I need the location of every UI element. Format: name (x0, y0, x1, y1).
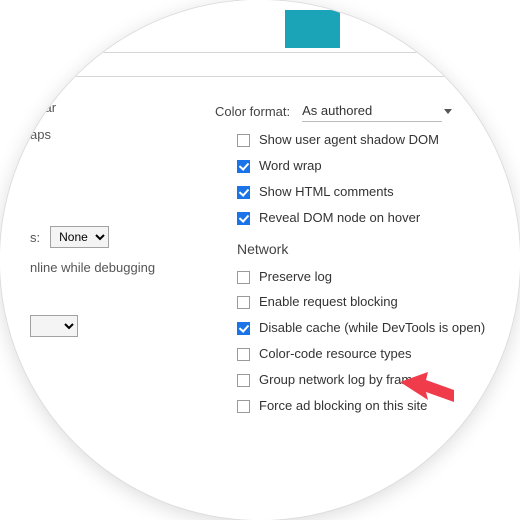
checkbox-label: Show user agent shadow DOM (259, 132, 439, 149)
checkbox-label: Force ad blocking on this site (259, 398, 427, 415)
top-preview-strip (0, 0, 520, 78)
checkbox-disable-cache[interactable] (237, 322, 250, 335)
checkbox-group-by-frame[interactable] (237, 374, 250, 387)
section-heading-network: Network (237, 241, 515, 257)
color-format-select[interactable]: As authored (302, 100, 442, 122)
checkbox-force-ad-blocking[interactable] (237, 400, 250, 413)
checkbox-label: Show HTML comments (259, 184, 394, 201)
select-label: s: (30, 230, 40, 245)
checkbox-label: Preserve log (259, 269, 332, 286)
checkbox-show-html-comments[interactable] (237, 186, 250, 199)
checkbox-enable-request-blocking[interactable] (237, 296, 250, 309)
checkbox-label: Reveal DOM node on hover (259, 210, 420, 227)
checkbox-color-code-resources[interactable] (237, 348, 250, 361)
checkbox-preserve-log[interactable] (237, 271, 250, 284)
checkbox-label: Word wrap (259, 158, 322, 175)
color-format-label: Color format: (215, 104, 290, 119)
preview-swatch (285, 10, 340, 48)
select-row-empty (30, 315, 240, 337)
text-fragment: nline while debugging (30, 260, 155, 275)
checkbox-label: Disable cache (while DevTools is open) (259, 320, 485, 337)
empty-select[interactable] (30, 315, 78, 337)
color-format-row: Color format: As authored (215, 100, 515, 122)
checkbox-label: Enable request blocking (259, 294, 398, 311)
checkbox-label: Color-code resource types (259, 346, 411, 363)
divider (0, 76, 520, 77)
source-select[interactable]: None (50, 226, 109, 248)
checkbox-reveal-on-hover[interactable] (237, 212, 250, 225)
checkbox-show-shadow-dom[interactable] (237, 134, 250, 147)
checkbox-label: Group network log by frame (259, 372, 419, 389)
chevron-down-icon (444, 109, 452, 114)
text-fragment: ebar (30, 100, 56, 115)
checkbox-word-wrap[interactable] (237, 160, 250, 173)
text-fragment: aps (30, 127, 51, 142)
select-row: s: None (30, 226, 240, 248)
divider (0, 52, 520, 53)
